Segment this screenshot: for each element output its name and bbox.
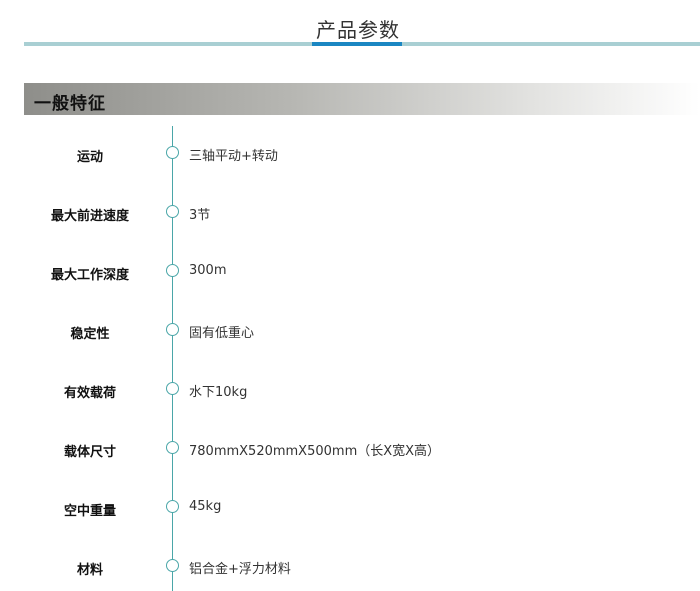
spec-row: 空中重量 45kg	[0, 480, 700, 520]
timeline-dot-icon	[166, 264, 179, 277]
spec-list: 运动 三轴平动+转动 最大前进速度 3节 最大工作深度 300m 稳定性 固有低…	[0, 126, 700, 591]
header-accent-underline	[312, 42, 402, 46]
spec-label: 最大工作深度	[50, 268, 129, 283]
timeline-dot-icon	[166, 382, 179, 395]
timeline-dot-icon	[166, 500, 179, 513]
spec-label: 运动	[76, 150, 103, 165]
timeline-dot-icon	[166, 441, 179, 454]
timeline-dot-icon	[166, 559, 179, 572]
spec-label: 空中重量	[63, 504, 116, 519]
spec-row: 材料 铝合金+浮力材料	[0, 539, 700, 579]
section-bar: 一般特征	[24, 83, 700, 115]
spec-value: 水下10kg	[189, 385, 248, 400]
timeline-dot-icon	[166, 205, 179, 218]
section-title: 一般特征	[34, 94, 106, 114]
spec-value: 固有低重心	[189, 326, 255, 341]
timeline-dot-icon	[166, 146, 179, 159]
spec-value: 300m	[189, 263, 227, 278]
spec-row: 有效载荷 水下10kg	[0, 362, 700, 402]
spec-label: 有效载荷	[63, 386, 116, 401]
timeline-dot-icon	[166, 323, 179, 336]
spec-row: 运动 三轴平动+转动	[0, 126, 700, 166]
spec-label: 最大前进速度	[50, 209, 129, 224]
page-header: 产品参数	[0, 0, 700, 48]
spec-row: 最大前进速度 3节	[0, 185, 700, 225]
spec-label: 材料	[76, 563, 103, 578]
spec-value: 3节	[189, 208, 211, 223]
spec-row: 稳定性 固有低重心	[0, 303, 700, 343]
spec-label: 稳定性	[70, 327, 110, 342]
spec-row: 载体尺寸 780mmX520mmX500mm（长X宽X高）	[0, 421, 700, 461]
page-title: 产品参数	[316, 18, 400, 42]
spec-value: 铝合金+浮力材料	[189, 562, 291, 577]
spec-value: 三轴平动+转动	[189, 149, 278, 164]
spec-row: 最大工作深度 300m	[0, 244, 700, 284]
spec-value: 45kg	[189, 499, 222, 514]
spec-label: 载体尺寸	[63, 445, 116, 460]
spec-value: 780mmX520mmX500mm（长X宽X高）	[189, 444, 441, 459]
